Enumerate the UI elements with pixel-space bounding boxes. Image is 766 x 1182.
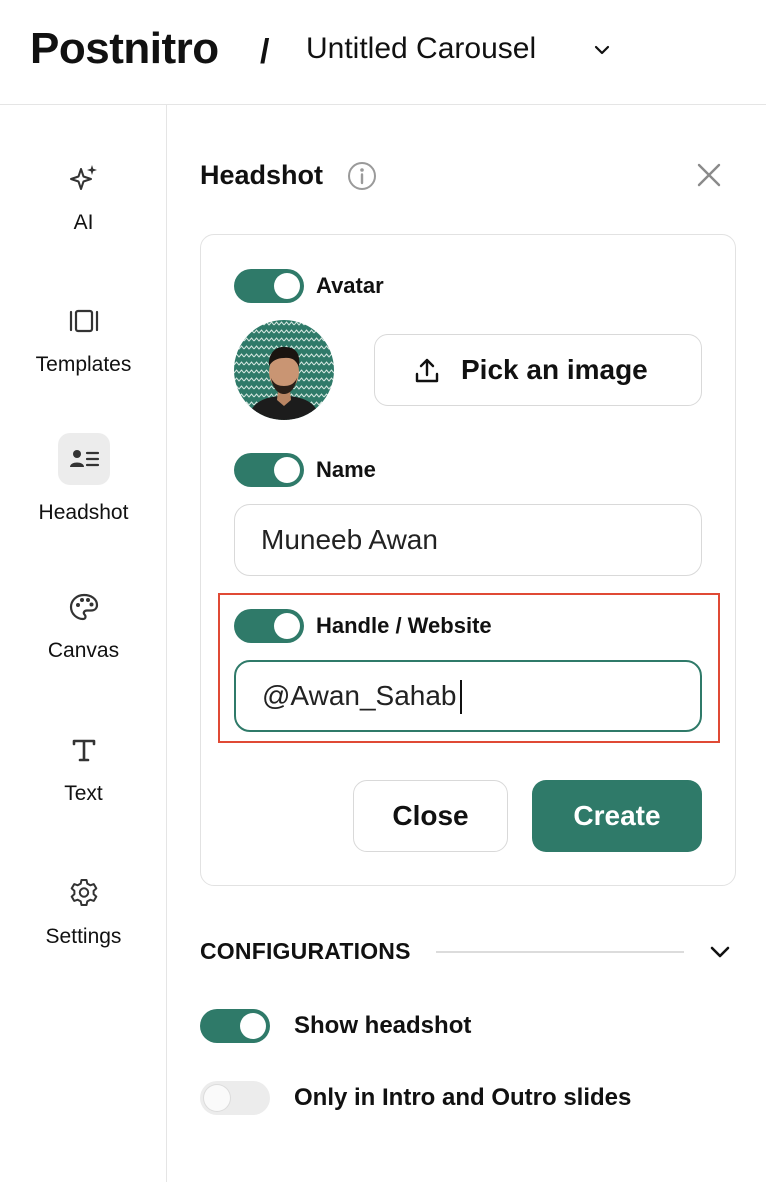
close-icon[interactable] (692, 158, 726, 192)
sidebar-item-label: Settings (45, 925, 122, 948)
avatar-image (234, 320, 334, 420)
sidebar-item-templates[interactable]: Templates (0, 295, 167, 405)
text-t-icon (58, 724, 110, 776)
sidebar-item-ai[interactable]: AI (0, 153, 167, 263)
name-input[interactable] (234, 504, 702, 576)
info-icon[interactable] (346, 160, 378, 192)
gear-icon (58, 867, 110, 919)
sidebar-item-text[interactable]: Text (0, 724, 167, 834)
name-toggle[interactable] (234, 453, 304, 487)
sidebar-item-label: Templates (35, 353, 132, 376)
create-button[interactable]: Create (532, 780, 702, 852)
configurations-heading: CONFIGURATIONS (200, 938, 411, 964)
pick-image-label: Pick an image (461, 354, 648, 385)
sidebar-item-settings[interactable]: Settings (0, 867, 167, 977)
show-headshot-toggle[interactable] (200, 1009, 270, 1043)
close-button[interactable]: Close (353, 780, 508, 852)
sidebar-item-headshot[interactable]: Headshot (0, 433, 167, 543)
document-title[interactable]: Untitled Carousel (306, 32, 536, 66)
pick-image-button[interactable]: Pick an image (374, 334, 702, 406)
sidebar-item-label: Headshot (38, 501, 129, 524)
upload-icon (415, 358, 439, 383)
sidebar-item-label: AI (73, 211, 94, 234)
highlight-annotation (218, 593, 720, 743)
chevron-down-icon[interactable] (592, 40, 612, 60)
avatar-label: Avatar (316, 273, 384, 298)
chevron-down-icon[interactable] (706, 938, 734, 966)
sidebar-item-label: Canvas (47, 639, 120, 662)
top-bar: Postnitro / Untitled Carousel (0, 0, 766, 105)
palette-icon (58, 581, 110, 633)
show-headshot-label: Show headshot (294, 1012, 472, 1039)
name-label: Name (316, 457, 376, 482)
sidebar-item-canvas[interactable]: Canvas (0, 581, 167, 691)
sidebar-item-label: Text (64, 782, 103, 805)
templates-icon (58, 295, 110, 347)
breadcrumb-separator: / (260, 33, 270, 71)
intro-outro-only-toggle[interactable] (200, 1081, 270, 1115)
id-card-icon (58, 433, 110, 485)
intro-outro-only-label: Only in Intro and Outro slides (294, 1084, 632, 1111)
avatar-toggle[interactable] (234, 269, 304, 303)
sidebar: AI Templates Headshot Canvas Text Settin… (0, 105, 167, 1182)
divider (436, 951, 684, 953)
panel-title: Headshot (200, 160, 324, 190)
app-logo[interactable]: Postnitro (30, 24, 219, 74)
sparkles-icon (58, 153, 110, 205)
